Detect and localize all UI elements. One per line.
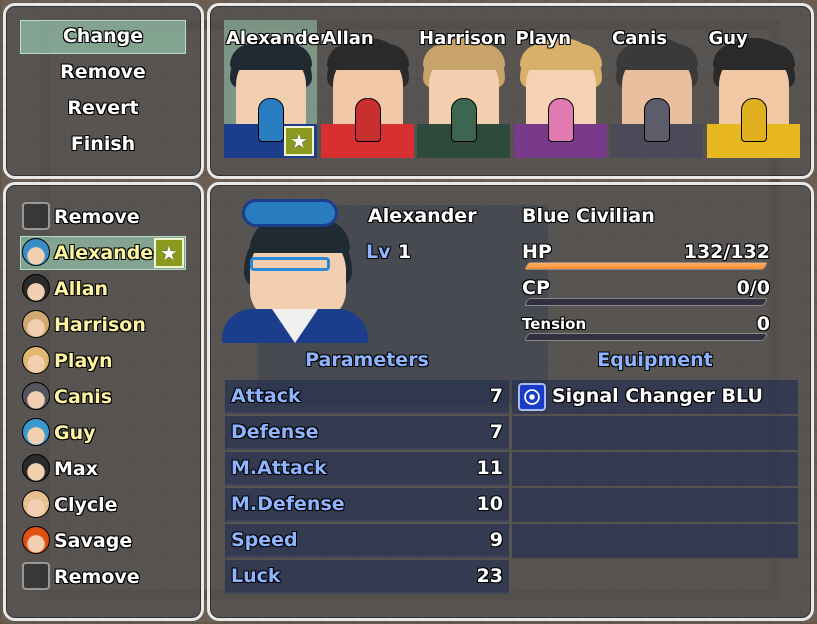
signal-changer-icon [518,383,546,411]
mini-sprite-icon [451,98,477,142]
equipment-slot[interactable]: Signal Changer BLU [512,380,798,414]
roster-item-playn[interactable]: Playn [54,350,113,372]
empty-slot-icon [22,202,50,230]
allan-icon [22,274,50,302]
party-name-label: Playn [515,28,572,49]
equipment-slot[interactable] [512,488,798,522]
goggles-icon [242,199,338,227]
parameter-label: Speed [231,529,298,551]
command-revert[interactable]: Revert [18,97,188,119]
party-name-label: Guy [708,28,748,49]
parameter-label: M.Defense [231,493,345,515]
parameter-value: 7 [489,385,503,407]
status-actor-name: Alexander [368,205,477,227]
parameter-value: 10 [476,493,503,515]
party-name-label: Canis [612,28,668,49]
guy-icon [22,418,50,446]
hp-gauge-fill [525,263,767,269]
roster-item-remove[interactable]: Remove [54,206,140,228]
empty-slot-icon [22,562,50,590]
savage-icon [22,526,50,554]
roster-item-clycle[interactable]: Clycle [54,494,118,516]
parameters-title: Parameters [305,349,429,371]
roster-item-savage[interactable]: Savage [54,530,132,552]
roster-item-harrison[interactable]: Harrison [54,314,146,336]
playn-icon [22,346,50,374]
equipment-title: Equipment [597,349,713,371]
roster-item-allan[interactable]: Allan [54,278,108,300]
party-name-label: Allan [322,28,374,49]
parameter-row: M.Attack 11 [225,452,509,486]
equipment-slot[interactable] [512,452,798,486]
cp-gauge [523,298,769,306]
cp-value: 0/0 [736,277,770,299]
parameter-value: 9 [489,529,503,551]
mini-sprite-icon [258,98,284,142]
cp-gauge-fill [525,299,529,305]
max-icon [22,454,50,482]
hp-value: 132/132 [683,241,770,263]
star-icon: ★ [284,126,314,156]
party-name-label: Harrison [419,28,507,49]
cp-label: CP [522,277,550,299]
clycle-icon [22,490,50,518]
mini-sprite-icon [547,98,574,142]
parameter-row: M.Defense 10 [225,488,509,522]
command-remove[interactable]: Remove [18,61,188,83]
tension-gauge [523,333,769,341]
parameter-value: 11 [476,457,503,479]
parameter-row: Attack 7 [225,380,509,414]
glasses-icon [250,257,330,271]
equipment-slot[interactable] [512,416,798,450]
mini-sprite-icon [354,98,381,142]
tension-label: Tension [522,315,587,333]
level-label: Lv [366,241,391,263]
roster-item-remove[interactable]: Remove [54,566,140,588]
alexander-icon [22,238,50,266]
command-change[interactable]: Change [18,25,188,47]
command-finish[interactable]: Finish [18,133,188,155]
level-value: 1 [398,241,412,263]
parameter-row: Luck 23 [225,560,509,594]
parameter-label: Defense [231,421,319,443]
mini-sprite-icon [644,98,670,142]
tension-value: 0 [756,313,770,335]
parameter-row: Defense 7 [225,416,509,450]
canis-icon [22,382,50,410]
roster-item-alexander[interactable]: Alexander [54,242,163,264]
parameter-label: Attack [231,385,301,407]
roster-item-guy[interactable]: Guy [54,422,96,444]
status-actor-class: Blue Civilian [522,205,655,227]
parameter-value: 7 [489,421,503,443]
mini-sprite-icon [740,98,767,142]
equipment-name: Signal Changer BLU [552,385,763,407]
roster-item-max[interactable]: Max [54,458,98,480]
hp-label: HP [522,241,552,263]
star-icon: ★ [154,238,184,268]
tension-gauge-fill [525,334,529,340]
parameter-label: Luck [231,565,281,587]
alexander-portrait [222,197,368,343]
party-name-label: Alexander [226,28,329,49]
roster-item-canis[interactable]: Canis [54,386,112,408]
parameter-label: M.Attack [231,457,327,479]
parameter-value: 23 [476,565,503,587]
equipment-slot[interactable] [512,524,798,558]
parameter-row: Speed 9 [225,524,509,558]
hp-gauge [523,262,769,270]
harrison-icon [22,310,50,338]
